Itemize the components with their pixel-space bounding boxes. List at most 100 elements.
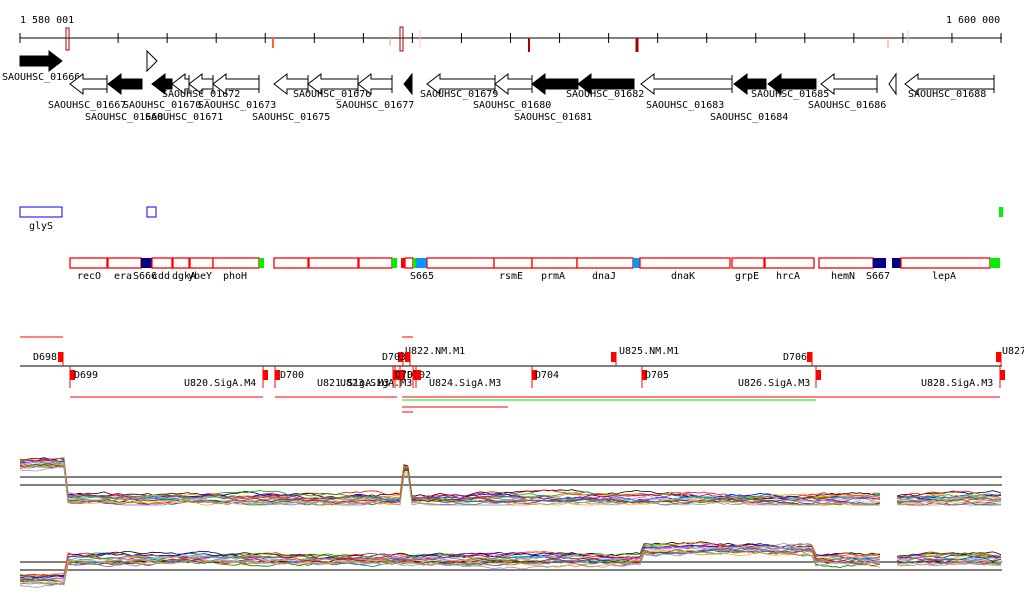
genome-browser[interactable]: 1 580 001 1 600 000 SAOUHSC_01666 SAOUHSC… xyxy=(0,0,1024,611)
gene-label: SAOUHSC_01671 xyxy=(145,112,223,123)
operon-feature[interactable] xyxy=(892,258,901,268)
operon-feature[interactable] xyxy=(151,257,173,269)
operon-feature[interactable] xyxy=(107,257,142,269)
operon-feature[interactable] xyxy=(873,258,886,268)
promoter-label: U824.SigA.M3 xyxy=(429,378,501,389)
gene-arrow[interactable] xyxy=(19,49,63,73)
gene-arrow[interactable] xyxy=(820,72,878,96)
promoter-label: D703 xyxy=(382,352,406,363)
gene-label: SAOUHSC_01666 xyxy=(2,72,80,83)
promoter-label: D700 xyxy=(280,370,304,381)
operon-label: ybeY xyxy=(188,271,212,282)
operon-feature[interactable] xyxy=(308,257,359,269)
operon-feature[interactable] xyxy=(358,257,393,269)
promoter-label: U820.SigA.M4 xyxy=(184,378,256,389)
operon-label: cdd xyxy=(152,271,170,282)
operon-feature[interactable] xyxy=(259,258,264,268)
expression-trace xyxy=(19,457,881,502)
operon-label: grpE xyxy=(735,271,759,282)
operon-label: hrcA xyxy=(776,271,800,282)
feature-box[interactable] xyxy=(146,206,157,218)
gene-arrow[interactable] xyxy=(403,72,413,96)
operon-feature[interactable] xyxy=(392,258,397,268)
feature-mark[interactable] xyxy=(999,207,1003,217)
operon-feature[interactable] xyxy=(818,257,874,269)
gene-label: SAOUHSC_01680 xyxy=(473,100,551,111)
gene-arrow[interactable] xyxy=(640,72,733,96)
operon-feature[interactable] xyxy=(493,257,533,269)
operon-feature[interactable] xyxy=(900,257,991,269)
operon-feature[interactable] xyxy=(639,257,731,269)
operon-feature[interactable] xyxy=(731,257,765,269)
gene-label: SAOUHSC_01676 xyxy=(293,89,371,100)
gene-label: SAOUHSC_01679 xyxy=(420,89,498,100)
promoter-track[interactable]: D698 U822.NM.M1D703 U825.NM.M1 D706 U827 D699… xyxy=(20,336,1024,413)
gene-label: SAOUHSC_01682 xyxy=(566,89,644,100)
operon-feature[interactable] xyxy=(212,257,260,269)
operon-label: lepA xyxy=(932,271,956,282)
operon-label: rsmE xyxy=(499,271,523,282)
operon-feature[interactable] xyxy=(141,258,152,268)
operon-feature[interactable] xyxy=(189,257,214,269)
gene-arrow[interactable] xyxy=(494,72,533,96)
operon-feature[interactable] xyxy=(764,257,815,269)
feature-track[interactable]: glyS xyxy=(19,206,1003,232)
gene-label: SAOUHSC_01681 xyxy=(514,112,592,123)
operon-label: S665 xyxy=(410,271,434,282)
promoter-flag xyxy=(58,352,63,362)
promoter-label: U826.SigA.M3 xyxy=(738,378,810,389)
expression-trace xyxy=(19,457,881,499)
operon-feature[interactable] xyxy=(416,258,427,268)
promoter-label: D705 xyxy=(645,370,669,381)
gene-label: SAOUHSC_01686 xyxy=(808,100,886,111)
expression-trace xyxy=(19,547,881,585)
operon-label: dnaK xyxy=(671,271,695,282)
operon-feature[interactable] xyxy=(172,257,190,269)
operon-track[interactable]: recO era S666cdd dgkAybeY phoH S665 rsmE prmA dn… xyxy=(69,257,1000,282)
promoter-label: D704 xyxy=(535,370,559,381)
feature-glys[interactable] xyxy=(19,206,63,218)
gene-label: SAOUHSC_01670 xyxy=(123,100,201,111)
gene-track[interactable]: SAOUHSC_01666SAOUHSC_01667SAOUHSC_01668S… xyxy=(2,49,995,123)
expression-trace xyxy=(19,459,881,502)
operon-label: recO xyxy=(77,271,101,282)
operon-feature[interactable] xyxy=(413,258,416,268)
promoter-label: D698 xyxy=(33,352,57,363)
gene-arrow[interactable] xyxy=(888,72,897,96)
operon-label: hemN xyxy=(831,271,855,282)
gene-label: SAOUHSC_01685 xyxy=(751,89,829,100)
gene-label: SAOUHSC_01683 xyxy=(646,100,724,111)
operon-label: era xyxy=(114,271,132,282)
operon-label: prmA xyxy=(541,271,565,282)
gene-arrow[interactable] xyxy=(146,49,158,73)
operon-feature[interactable] xyxy=(273,257,309,269)
promoter-label: U828.SigA.M3 xyxy=(921,378,993,389)
promoter-flag xyxy=(263,370,268,380)
promoter-flag xyxy=(996,352,1001,362)
operon-feature[interactable] xyxy=(69,257,108,269)
gene-label: SAOUHSC_01677 xyxy=(336,100,414,111)
expression-trace xyxy=(19,457,881,501)
operon-feature[interactable] xyxy=(576,257,634,269)
operon-feature[interactable] xyxy=(531,257,578,269)
promoter-label: U825.NM.M1 xyxy=(619,346,679,357)
expression-trace xyxy=(20,541,881,577)
promoter-label: D699 xyxy=(74,370,98,381)
gene-label: SAOUHSC_01684 xyxy=(710,112,788,123)
gene-label: SAOUHSC_01675 xyxy=(252,112,330,123)
operon-feature[interactable] xyxy=(990,258,1000,268)
promoter-flag xyxy=(416,370,421,380)
feature-label: glyS xyxy=(29,221,53,232)
promoter-flag xyxy=(611,352,616,362)
operon-feature[interactable] xyxy=(633,258,640,268)
ruler: 1 580 001 1 600 000 xyxy=(19,15,1002,52)
expression-track xyxy=(19,457,1002,588)
promoter-flag xyxy=(816,370,821,380)
promoter-label: D706 xyxy=(783,352,807,363)
gene-arrow[interactable] xyxy=(107,72,143,96)
operon-feature[interactable] xyxy=(404,257,414,269)
gene-label: SAOUHSC_01667 xyxy=(48,100,126,111)
promoter-label: U822.NM.M1 xyxy=(405,346,465,357)
gene-label: SAOUHSC_01672 xyxy=(162,89,240,100)
operon-feature[interactable] xyxy=(426,257,495,269)
